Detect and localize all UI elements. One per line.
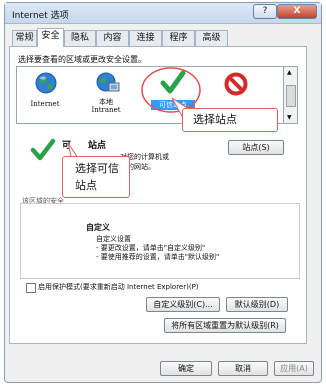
tab-content[interactable]: 内容 (96, 30, 129, 46)
tab-privacy[interactable]: 隐私 (64, 30, 96, 46)
callout-select-trusted-sites: 选择可信 站点 (62, 156, 130, 198)
scroll-up-icon[interactable]: ▲ (287, 69, 292, 76)
restricted-icon (224, 72, 248, 96)
zone-label: 本地 Intranet (91, 98, 121, 114)
close-button[interactable]: X (277, 4, 317, 19)
callout-select-site: 选择站点 (182, 108, 278, 132)
ok-button[interactable]: 确定 (160, 361, 212, 376)
help-button[interactable]: ? (253, 4, 277, 19)
default-level-button[interactable]: 默认级别(D) (226, 297, 288, 312)
security-level-group (20, 203, 300, 279)
zone-scrollbar[interactable]: ▲ ▼ (284, 66, 298, 124)
window-title: Internet 选项 (12, 11, 69, 21)
sites-button[interactable]: 站点(S) (228, 140, 284, 155)
scroll-thumb[interactable] (286, 85, 296, 107)
globe-icon (35, 72, 57, 94)
apply-button[interactable]: 应用(A) (274, 361, 314, 376)
cancel-button[interactable]: 取消 (218, 361, 268, 376)
zone-internet[interactable]: Internet (20, 70, 70, 120)
callout-line: 选择可信 (75, 162, 119, 175)
protected-mode-checkbox[interactable] (26, 283, 36, 293)
tab-programs[interactable]: 程序 (162, 30, 195, 46)
checkmark-icon (30, 138, 56, 161)
title-bar: Internet 选项 ? X (5, 3, 321, 24)
tab-security[interactable]: 安全 (37, 28, 64, 47)
callout-line: 站点 (75, 179, 97, 192)
security-level-title: 自定义 (86, 223, 110, 232)
tab-advanced[interactable]: 高级 (195, 30, 228, 46)
custom-level-button[interactable]: 自定义级别(C)... (146, 297, 220, 312)
intranet-icon (96, 72, 120, 92)
reset-all-zones-button[interactable]: 将所有区域重置为默认级别(R) (164, 318, 286, 333)
zone-local-intranet[interactable]: 本地 Intranet (80, 70, 132, 120)
tab-connections[interactable]: 连接 (129, 30, 162, 46)
zone-label: Internet (30, 100, 60, 108)
zone-title-tail: 站点 (88, 141, 107, 151)
level-line: - 要使用推荐的设置，请单击"默认级别" (96, 253, 220, 261)
scroll-down-icon[interactable]: ▼ (287, 114, 292, 121)
zone-prompt: 选择要查看的区域或更改安全设置。 (18, 55, 146, 64)
protected-mode-label: 启用保护模式(要求重新启动 Internet Explorer)(P) (38, 283, 199, 291)
tab-general[interactable]: 常规 (12, 30, 37, 46)
